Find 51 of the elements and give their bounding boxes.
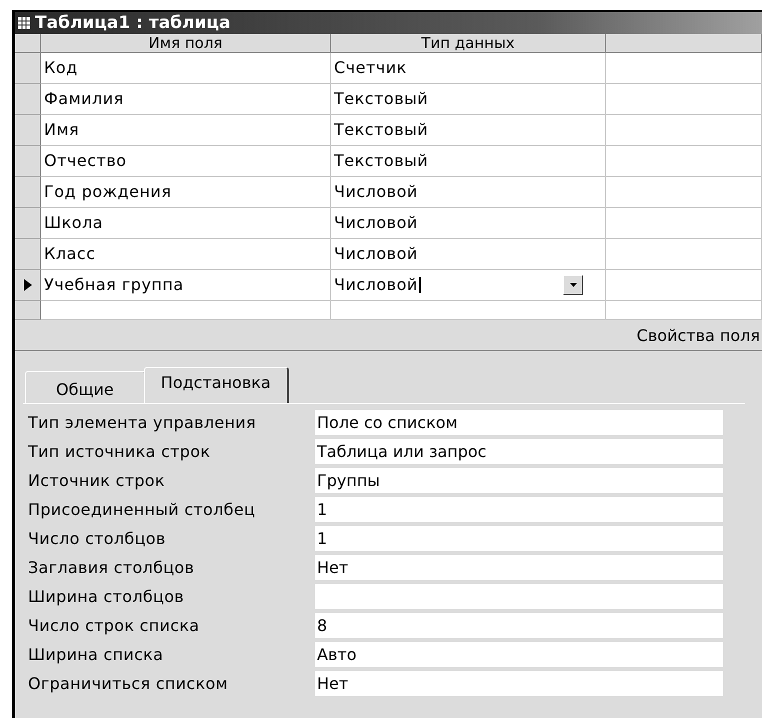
dropdown-button[interactable] — [563, 275, 583, 295]
table-cell[interactable]: Класс — [41, 239, 331, 270]
property-label: Ограничиться списком — [27, 673, 229, 695]
table-cell[interactable]: Счетчик — [331, 53, 606, 84]
tab[interactable]: Общие — [25, 371, 146, 403]
property-value-field[interactable]: 8 — [315, 613, 723, 638]
property-label: Число строк списка — [27, 615, 200, 637]
properties-caption: Свойства поля — [15, 320, 762, 351]
text-cursor — [418, 277, 421, 293]
property-label: Источник строк — [27, 470, 166, 492]
tab[interactable]: Подстановка — [144, 367, 289, 403]
window-title-text: Таблица1 : таблица — [35, 13, 230, 33]
table-cell[interactable]: Отчество — [41, 146, 331, 177]
property-label: Ширина списка — [27, 644, 164, 666]
table-cell[interactable] — [331, 301, 606, 320]
table-cell[interactable]: Имя — [41, 115, 331, 146]
property-label: Число столбцов — [27, 528, 167, 550]
table-icon — [18, 17, 30, 29]
property-label: Заглавия столбцов — [27, 557, 196, 579]
property-value-field[interactable]: Таблица или запрос — [315, 439, 723, 464]
property-value-field[interactable]: Поле со списком — [315, 410, 723, 435]
property-label: Присоединенный столбец — [27, 499, 256, 521]
property-value-field[interactable]: 1 — [315, 526, 723, 551]
property-value-field[interactable]: Нет — [315, 671, 723, 696]
table-cell[interactable]: Числовой — [331, 270, 606, 301]
table-cell[interactable]: Фамилия — [41, 84, 331, 115]
table-cell[interactable]: Код — [41, 53, 331, 84]
table-cell[interactable]: Числовой — [331, 208, 606, 239]
property-label: Тип источника строк — [27, 441, 212, 463]
property-value-field[interactable]: Группы — [315, 468, 723, 493]
property-label: Тип элемента управления — [27, 412, 257, 434]
table-cell[interactable]: Год рождения — [41, 177, 331, 208]
column-header[interactable]: Тип данных — [331, 34, 606, 53]
row-selector[interactable] — [15, 270, 41, 301]
pointer-icon — [24, 279, 32, 291]
table-cell[interactable]: Текстовый — [331, 115, 606, 146]
property-value-field[interactable]: Нет — [315, 555, 723, 580]
column-header[interactable]: Имя поля — [41, 34, 331, 53]
property-value-field[interactable]: Авто — [315, 642, 723, 667]
caret-icon — [570, 283, 576, 287]
property-value-field[interactable]: 1 — [315, 497, 723, 522]
row-selector-header — [15, 34, 41, 53]
property-value-field[interactable] — [315, 584, 723, 609]
table-cell[interactable]: Числовой — [331, 177, 606, 208]
table-cell[interactable] — [41, 301, 331, 320]
property-label: Ширина столбцов — [27, 586, 186, 608]
table-cell[interactable]: Текстовый — [331, 146, 606, 177]
table-cell[interactable]: Текстовый — [331, 84, 606, 115]
table-cell[interactable]: Числовой — [331, 239, 606, 270]
table-cell[interactable]: Учебная группа — [41, 270, 331, 301]
table-cell[interactable]: Школа — [41, 208, 331, 239]
